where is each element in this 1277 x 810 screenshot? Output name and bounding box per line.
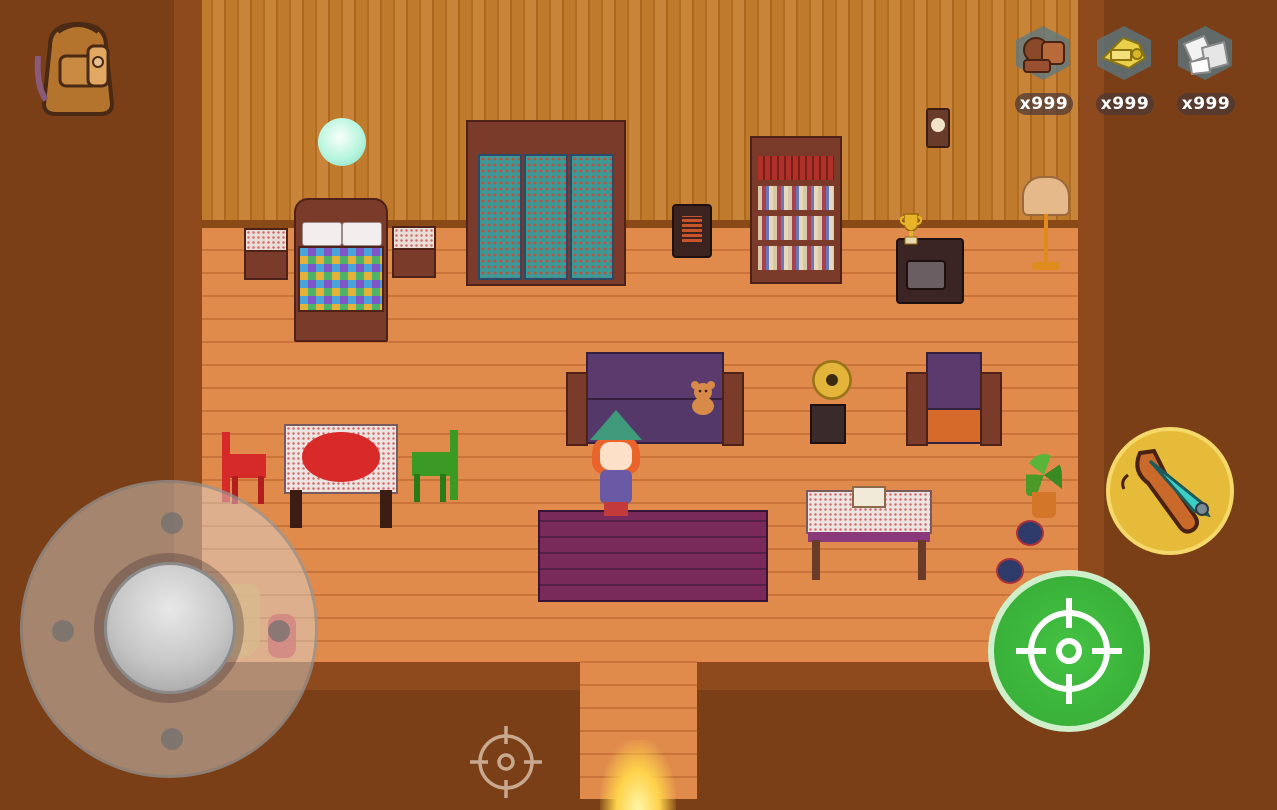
- resource-count: x999: [1096, 93, 1154, 115]
- joystick-dot: [161, 728, 183, 750]
- paper-scrap-icon: [1174, 24, 1236, 82]
- striped-rug: [538, 510, 768, 602]
- ceiling-lamp: [318, 118, 366, 166]
- doorway-light: [600, 740, 676, 810]
- crosshair-icon: [470, 726, 542, 798]
- joystick-dot: [161, 512, 183, 534]
- nightstand-left: [244, 228, 288, 280]
- floor-lamp: [1022, 176, 1070, 216]
- parrot-icon[interactable]: [1016, 520, 1044, 546]
- resource-scrap-parts: x999: [1009, 20, 1079, 124]
- wardrobe: [466, 120, 626, 286]
- backpack-icon: [34, 21, 115, 116]
- open-book-icon[interactable]: [852, 486, 886, 508]
- resource-paper-scrap: x999: [1171, 20, 1241, 124]
- slingshot-icon: [1121, 448, 1211, 534]
- fire-button[interactable]: [988, 570, 1150, 732]
- backpack-button[interactable]: [28, 16, 128, 120]
- joystick-dot: [268, 620, 290, 642]
- resource-count: x999: [1177, 93, 1235, 115]
- teddy-bear-icon: [691, 381, 715, 415]
- armchair: [906, 352, 1002, 446]
- cuckoo-clock: [926, 108, 950, 148]
- chair-green: [410, 430, 458, 502]
- weapon-slingshot-button[interactable]: [1106, 427, 1234, 555]
- joystick-dot: [52, 620, 74, 642]
- resource-count: x999: [1015, 93, 1073, 115]
- bed: [294, 198, 388, 342]
- nightstand-right: [392, 226, 436, 278]
- bookshelf: [750, 136, 842, 284]
- potted-plant: [1022, 454, 1066, 520]
- crosshair-icon: [1016, 598, 1122, 704]
- scrap-parts-icon: [1012, 24, 1074, 82]
- gramophone: [798, 360, 854, 444]
- witch-hat-icon: [590, 410, 642, 440]
- dining-table: [284, 424, 398, 528]
- patchwork-quilt: [298, 246, 384, 312]
- floor-lamp-base: [1032, 262, 1060, 270]
- resource-gold-scrap: x999: [1090, 20, 1160, 124]
- television: [896, 238, 964, 304]
- floor-lamp-pole: [1044, 214, 1048, 266]
- space-heater: [672, 204, 712, 258]
- gold-scrap-icon: [1093, 24, 1155, 82]
- player-character: [588, 410, 644, 518]
- trophy-icon: [900, 213, 922, 245]
- joystick-knob[interactable]: [104, 562, 236, 694]
